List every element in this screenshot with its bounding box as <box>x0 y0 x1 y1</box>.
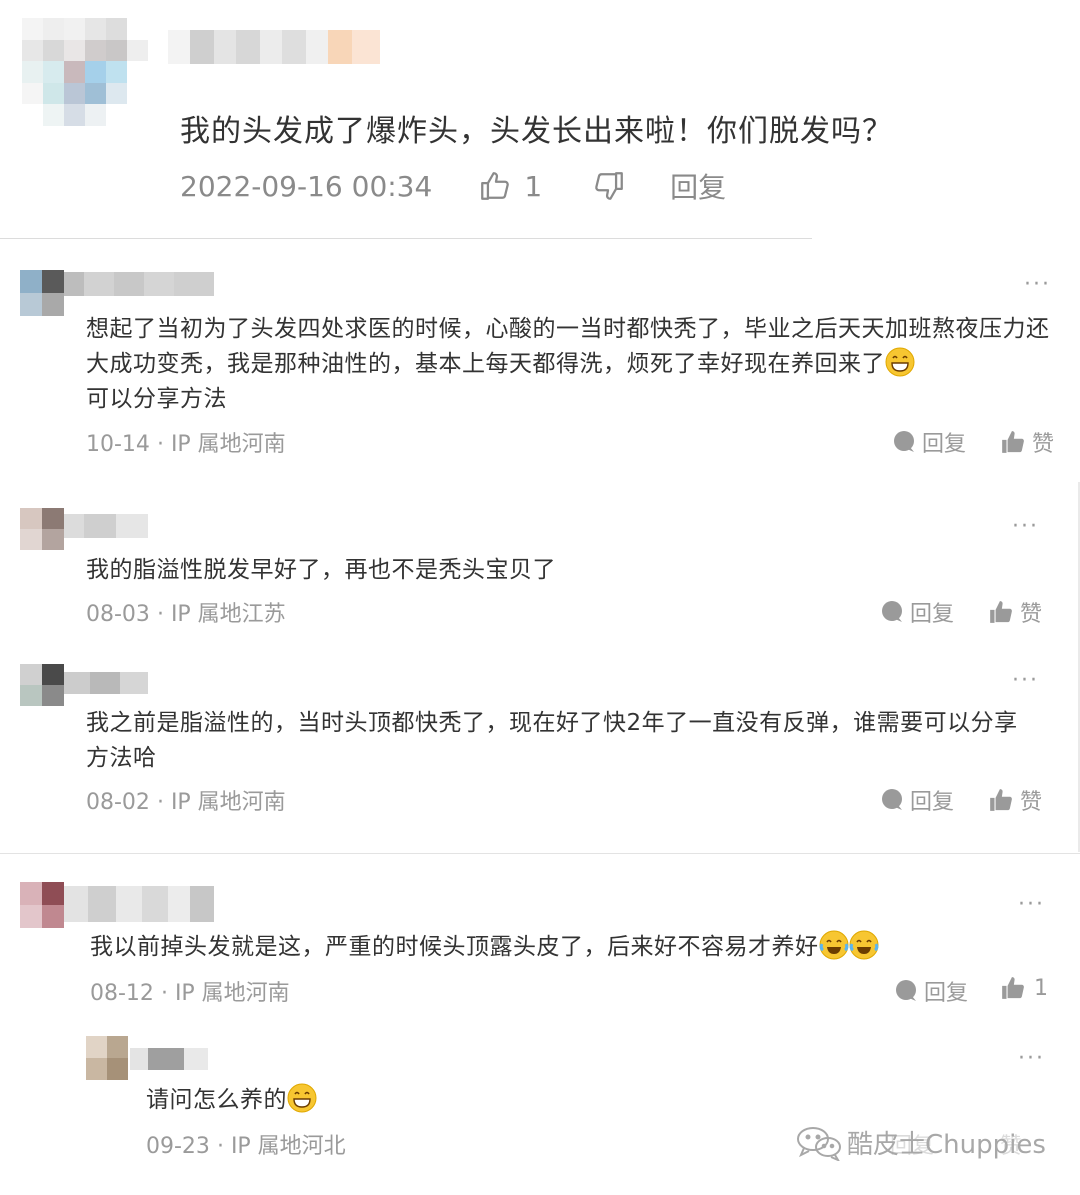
comment-date: 08-02 <box>86 790 150 815</box>
chat-bubble-icon <box>894 431 914 452</box>
divider <box>0 853 1080 854</box>
watermark-text: 酷皮士Chuppies <box>847 1130 1046 1160</box>
post-username[interactable] <box>168 30 380 64</box>
thumbs-down-outline-icon[interactable] <box>592 169 626 203</box>
comment-ip-location: IP 属地河南 <box>174 981 290 1006</box>
thumbs-up-icon <box>1002 431 1024 453</box>
wechat-icon <box>797 1126 841 1161</box>
like-button[interactable]: 赞 <box>988 784 1042 816</box>
post-timestamp: 2022-09-16 00:34 <box>180 169 433 203</box>
chat-bubble-icon <box>882 601 902 622</box>
more-options-icon[interactable]: ··· <box>1018 1046 1045 1071</box>
comment-ip-location: IP 属地江苏 <box>170 602 286 627</box>
divider <box>0 238 812 239</box>
reply-button[interactable]: 回复 <box>880 596 954 628</box>
grinning-emoji-icon <box>287 1083 317 1113</box>
more-options-icon[interactable]: ··· <box>1012 514 1039 539</box>
comment-date: 10-14 <box>86 432 150 457</box>
thumbs-up-outline-icon <box>481 172 510 200</box>
reply-username[interactable] <box>130 1048 208 1070</box>
comment-date: 09-23 <box>146 1134 210 1159</box>
comment-text: 请问怎么养的 <box>146 1083 746 1118</box>
reply-avatar[interactable] <box>86 1036 128 1080</box>
like-button[interactable]: 赞 <box>1000 426 1054 458</box>
comment-text: 我的脂溢性脱发早好了，再也不是秃头宝贝了 <box>86 557 556 583</box>
post-like-button[interactable]: 1 <box>478 169 542 203</box>
comment-ip-location: IP 属地河北 <box>230 1134 346 1159</box>
reply-button[interactable]: 回复 <box>880 784 954 816</box>
like-count: 1 <box>1034 975 1048 1001</box>
more-options-icon[interactable]: ··· <box>1018 892 1045 917</box>
comment-meta: 08-12 · IP 属地河南 <box>90 981 290 1006</box>
more-options-icon[interactable]: ··· <box>1012 668 1039 693</box>
post-content: 我的头发成了爆炸头，头发长出来啦！你们脱发吗？ <box>180 114 893 149</box>
chat-bubble-icon <box>882 789 902 810</box>
comment-meta: 09-23 · IP 属地河北 <box>146 1134 346 1159</box>
chat-bubble-icon <box>896 980 916 1001</box>
comment-ip-location: IP 属地河南 <box>170 432 286 457</box>
thumbs-up-icon <box>990 789 1012 811</box>
comment-username[interactable] <box>64 886 214 922</box>
comment-avatar[interactable] <box>20 508 64 550</box>
comment-text: 我之前是脂溢性的，当时头顶都快秃了，现在好了快2年了一直没有反弹，谁需要可以分享… <box>86 710 1018 771</box>
comment-date: 08-12 <box>90 981 154 1006</box>
comment-avatar[interactable] <box>20 882 64 928</box>
thumbs-up-icon <box>1002 977 1024 999</box>
post-meta-row: 2022-09-16 00:34 1 回复 <box>180 166 726 206</box>
laughing-crying-emoji-icon <box>819 930 848 960</box>
comment-meta: 08-03 · IP 属地江苏 <box>86 602 286 627</box>
comment-avatar[interactable] <box>20 664 64 706</box>
comment-text: 想起了当初为了头发四处求医的时候，心酸的一当时都快秃了，毕业之后天天加班熬夜压力… <box>86 316 1050 412</box>
comment-meta: 10-14 · IP 属地河南 <box>86 432 286 457</box>
wechat-watermark: 酷皮士Chuppies <box>795 1124 1046 1161</box>
post-like-count: 1 <box>524 169 543 203</box>
comment-meta: 08-02 · IP 属地河南 <box>86 790 286 815</box>
like-button[interactable]: 1 <box>1000 975 1048 1001</box>
comment-text: 我以前掉头发就是这，严重的时候头顶露头皮了，后来好不容易才养好 <box>90 930 1050 965</box>
comment-avatar[interactable] <box>20 270 64 316</box>
comment-ip-location: IP 属地河南 <box>170 790 286 815</box>
more-options-icon[interactable]: ··· <box>1024 272 1051 297</box>
reply-button[interactable]: 回复 <box>892 426 966 458</box>
post-reply-button[interactable]: 回复 <box>670 166 726 206</box>
grinning-emoji-icon <box>885 347 915 377</box>
comment-username[interactable] <box>64 514 148 538</box>
comment-username[interactable] <box>64 672 148 694</box>
like-button[interactable]: 赞 <box>988 596 1042 628</box>
comment-date: 08-03 <box>86 602 150 627</box>
post-avatar[interactable] <box>22 18 148 126</box>
laughing-crying-emoji-icon <box>849 930 878 960</box>
reply-button[interactable]: 回复 <box>894 975 968 1007</box>
thumbs-up-icon <box>990 601 1012 623</box>
comment-username[interactable] <box>64 272 214 296</box>
